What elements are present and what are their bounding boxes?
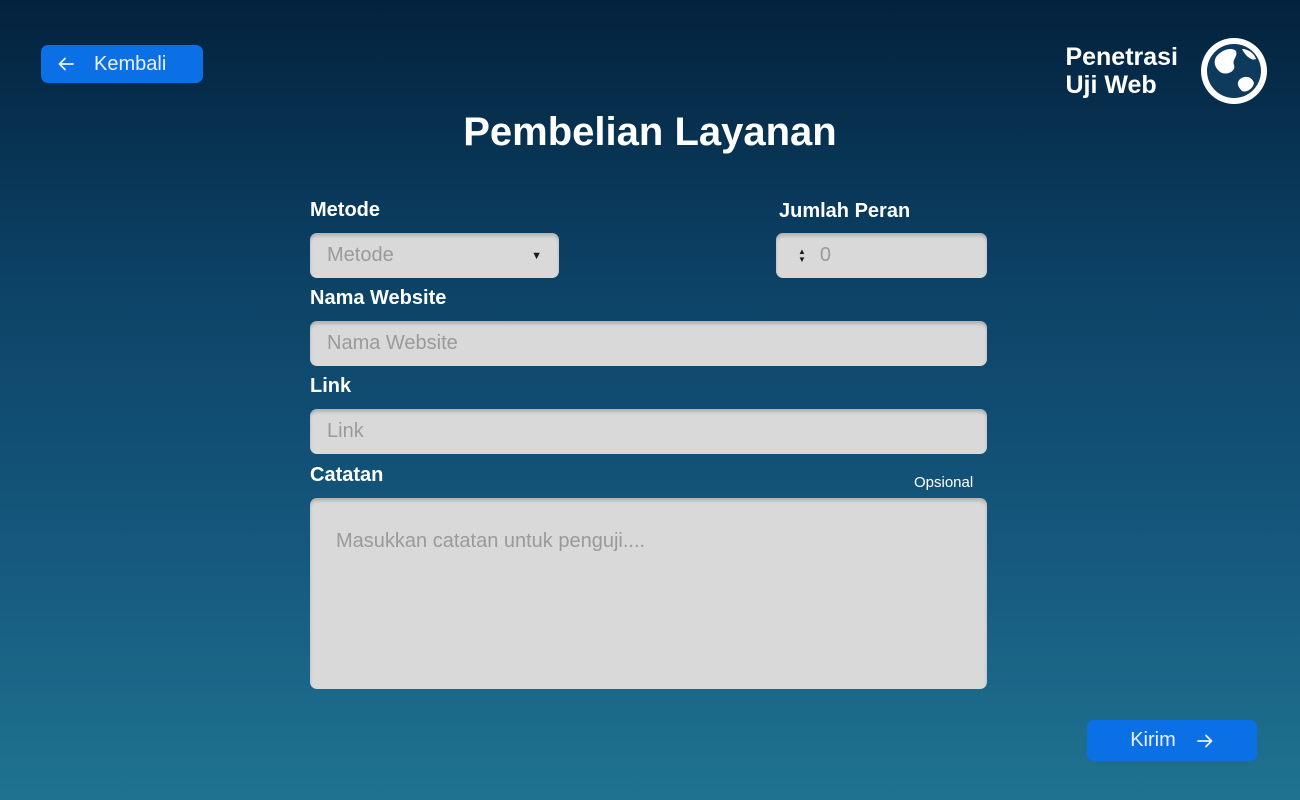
catatan-label: Catatan <box>310 464 384 486</box>
back-button[interactable]: Kembali <box>41 45 203 83</box>
metode-label: Metode <box>310 199 380 221</box>
arrow-left-icon <box>58 57 74 71</box>
metode-placeholder: Metode <box>327 244 394 266</box>
brand-line-1: Penetrasi <box>1065 43 1178 71</box>
page-title: Pembelian Layanan <box>463 110 837 154</box>
back-button-label: Kembali <box>94 52 167 75</box>
brand-logo: Penetrasi Uji Web <box>1065 35 1270 107</box>
brand-line-2: Uji Web <box>1065 71 1157 99</box>
globe-icon <box>1201 38 1267 104</box>
catatan-textarea[interactable]: Masukkan catatan untuk penguji.... <box>310 498 987 689</box>
stepper-arrows-icon[interactable]: ▲ ▼ <box>798 247 806 264</box>
submit-button[interactable]: Kirim <box>1087 720 1257 761</box>
caret-down-icon: ▼ <box>531 250 542 262</box>
jumlah-peran-value: 0 <box>819 244 832 266</box>
catatan-placeholder: Masukkan catatan untuk penguji.... <box>336 530 646 552</box>
jumlah-peran-label: Jumlah Peran <box>779 200 911 222</box>
jumlah-peran-stepper[interactable]: ▲ ▼ 0 <box>776 233 987 278</box>
submit-button-label: Kirim <box>1130 729 1176 751</box>
link-input[interactable]: Link <box>310 409 987 454</box>
nama-website-placeholder: Nama Website <box>327 332 458 354</box>
metode-select[interactable]: Metode ▼ <box>310 233 559 278</box>
link-placeholder: Link <box>327 420 364 442</box>
nama-website-input[interactable]: Nama Website <box>310 321 987 366</box>
nama-website-label: Nama Website <box>310 287 447 309</box>
optional-label: Opsional <box>914 474 974 491</box>
arrow-right-icon <box>1196 734 1213 747</box>
link-label: Link <box>310 375 352 397</box>
brand-name: Penetrasi Uji Web <box>1065 43 1178 99</box>
